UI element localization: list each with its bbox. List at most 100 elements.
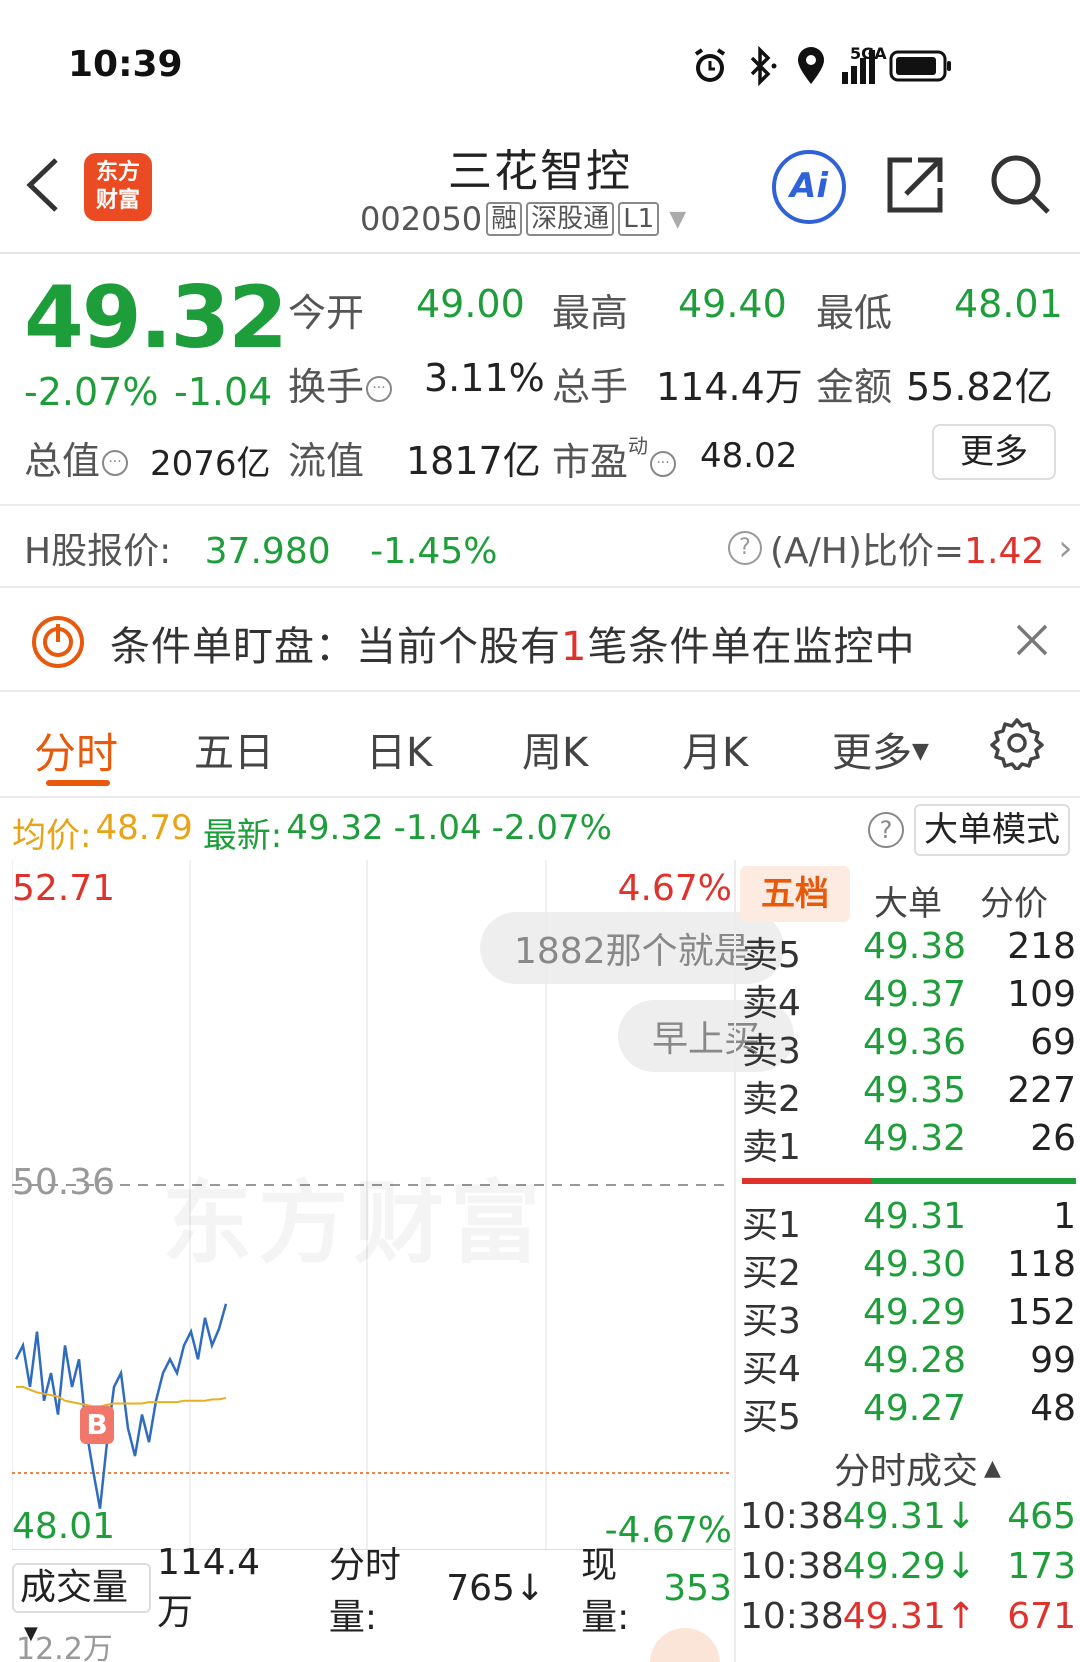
tick-volume: 465	[1007, 1496, 1076, 1537]
h-share-pct: -1.45%	[370, 531, 498, 572]
tab-weekly-k[interactable]: 周K	[522, 720, 588, 778]
ah-ratio[interactable]: ? (A/H)比价=1.42 ›	[728, 522, 1073, 574]
chart-lines	[14, 1303, 228, 1509]
back-icon[interactable]	[20, 150, 70, 220]
chart-top-pct: 4.67%	[617, 868, 732, 909]
bid-row[interactable]: 买4 49.28 99	[742, 1340, 1076, 1390]
tab-active-underline	[46, 780, 110, 786]
latest-pct: -2.07%	[491, 808, 612, 848]
tick-price: 49.31↑	[842, 1596, 976, 1637]
gear-icon[interactable]	[990, 716, 1044, 770]
h-share-price: 37.980	[204, 531, 331, 572]
bid-label: 买5	[742, 1397, 801, 1438]
condition-banner-text[interactable]: 条件单盯盘：当前个股有1笔条件单在监控中	[110, 614, 915, 672]
bid-label: 买3	[742, 1301, 801, 1342]
bid-volume: 48	[1030, 1388, 1076, 1429]
share-icon[interactable]	[882, 152, 948, 218]
monitor-icon	[32, 616, 84, 668]
chart-top-price: 52.71	[12, 868, 116, 909]
ask-label: 卖2	[742, 1079, 801, 1120]
ask-row[interactable]: 卖4 49.37 109	[742, 974, 1076, 1024]
quote-divider	[0, 504, 1080, 506]
h-share-row[interactable]: H股报价: 37.980 -1.45%	[24, 522, 497, 574]
bid-price: 49.28	[862, 1340, 966, 1381]
change-percent: -2.07%	[24, 370, 159, 414]
big-order-mode-button[interactable]: 大单模式	[914, 804, 1070, 856]
bid-row[interactable]: 买2 49.30 118	[742, 1244, 1076, 1294]
info-icon[interactable]: ···	[102, 450, 129, 476]
bid-row[interactable]: 买1 49.31 1	[742, 1196, 1076, 1246]
tag-level: L1	[618, 202, 660, 236]
tab-big-orders[interactable]: 大单	[874, 876, 942, 925]
tick-price: 49.29↓	[842, 1546, 976, 1587]
chat-bubble[interactable]: 1882那个就是	[480, 912, 784, 984]
open-value: 49.00	[416, 282, 525, 326]
ask-label: 卖4	[742, 983, 801, 1024]
caret-down-icon: ▼	[912, 739, 929, 764]
ask-price: 49.35	[862, 1070, 966, 1111]
tab-price-dist[interactable]: 分价	[980, 876, 1048, 925]
intraday-chart[interactable]: 东方财富 52.71 4.67% 50.36 48.01 -4.67% B 18…	[12, 860, 795, 1551]
ask-label: 卖3	[742, 1031, 801, 1072]
low-label: 最低	[816, 291, 893, 335]
low-value: 48.01	[954, 282, 1063, 326]
price-line	[14, 1303, 228, 1509]
current-price: 49.32	[24, 268, 288, 368]
mktcap-value: 2076亿	[150, 444, 271, 484]
ask-volume: 109	[1007, 974, 1076, 1015]
h-share-label: H股报价:	[24, 531, 172, 572]
network-label: 5GA	[850, 44, 887, 63]
help-icon[interactable]: ?	[868, 812, 904, 848]
buy-marker[interactable]: B	[80, 1406, 114, 1444]
dropdown-icon[interactable]: ▼	[669, 207, 686, 232]
ai-button[interactable]: Ai	[772, 150, 846, 224]
tab-five-levels[interactable]: 五档	[740, 866, 850, 922]
change-amount: -1.04	[174, 370, 273, 414]
status-time: 10:39	[68, 44, 183, 85]
tick-price: 49.31↓	[842, 1496, 976, 1537]
bid-price: 49.29	[862, 1292, 966, 1333]
bid-price: 49.27	[862, 1388, 966, 1429]
bid-volume: 118	[1007, 1244, 1076, 1285]
ask-price: 49.36	[862, 1022, 966, 1063]
ask-row[interactable]: 卖2 49.35 227	[742, 1070, 1076, 1120]
turnover-label[interactable]: 换手 ···	[288, 356, 393, 411]
bid-row[interactable]: 买3 49.29 152	[742, 1292, 1076, 1342]
h-share-divider	[0, 586, 1080, 588]
caret-up-icon: ▲	[984, 1456, 1001, 1481]
close-icon[interactable]	[1012, 620, 1052, 660]
ask-row[interactable]: 卖5 49.38 218	[742, 926, 1076, 976]
more-button[interactable]: 更多	[932, 424, 1056, 480]
help-icon[interactable]: ?	[728, 531, 762, 565]
ask-volume: 227	[1007, 1070, 1076, 1111]
orderbook-tabs: 五档 大单 分价	[740, 866, 1080, 925]
volume-select[interactable]: 成交量▼	[12, 1563, 151, 1644]
bid-row[interactable]: 买5 49.27 48	[742, 1388, 1076, 1438]
tab-monthly-k[interactable]: 月K	[682, 720, 748, 778]
tab-daily-k[interactable]: 日K	[366, 720, 432, 778]
ask-label: 卖5	[742, 935, 801, 976]
info-icon[interactable]: ···	[366, 376, 393, 402]
tab-five-day[interactable]: 五日	[194, 720, 274, 778]
ticks-title[interactable]: 分时成交 ▲	[834, 1442, 1001, 1494]
search-icon[interactable]	[988, 152, 1054, 218]
avg-price-line: 均价: 48.79 最新: 49.32 -1.04 -2.07%	[12, 808, 612, 857]
stock-code-line[interactable]: 002050 融 深股通 L1 ▼	[360, 200, 686, 238]
volume-total: 114.4万	[156, 1541, 261, 1633]
info-icon[interactable]: ···	[650, 451, 677, 477]
volume-label: 总手	[552, 365, 629, 409]
ah-ratio-label: (A/H)比价=	[770, 531, 965, 572]
mktcap-label[interactable]: 总值 ···	[24, 430, 129, 485]
tick-time: 10:38	[740, 1496, 844, 1537]
brand-text: 东方财富	[95, 160, 140, 213]
minute-vol-label: 分时量:	[328, 1545, 401, 1638]
ask-row[interactable]: 卖3 49.36 69	[742, 1022, 1076, 1072]
ask-price: 49.32	[862, 1118, 966, 1159]
tab-more[interactable]: 更多▼	[832, 720, 929, 778]
location-icon	[798, 47, 824, 84]
bid-price: 49.31	[862, 1196, 966, 1237]
tab-intraday[interactable]: 分时	[34, 720, 118, 781]
ask-row[interactable]: 卖1 49.32 26	[742, 1118, 1076, 1168]
pe-label[interactable]: 市盈动···	[552, 430, 677, 486]
ask-label: 卖1	[742, 1127, 801, 1168]
